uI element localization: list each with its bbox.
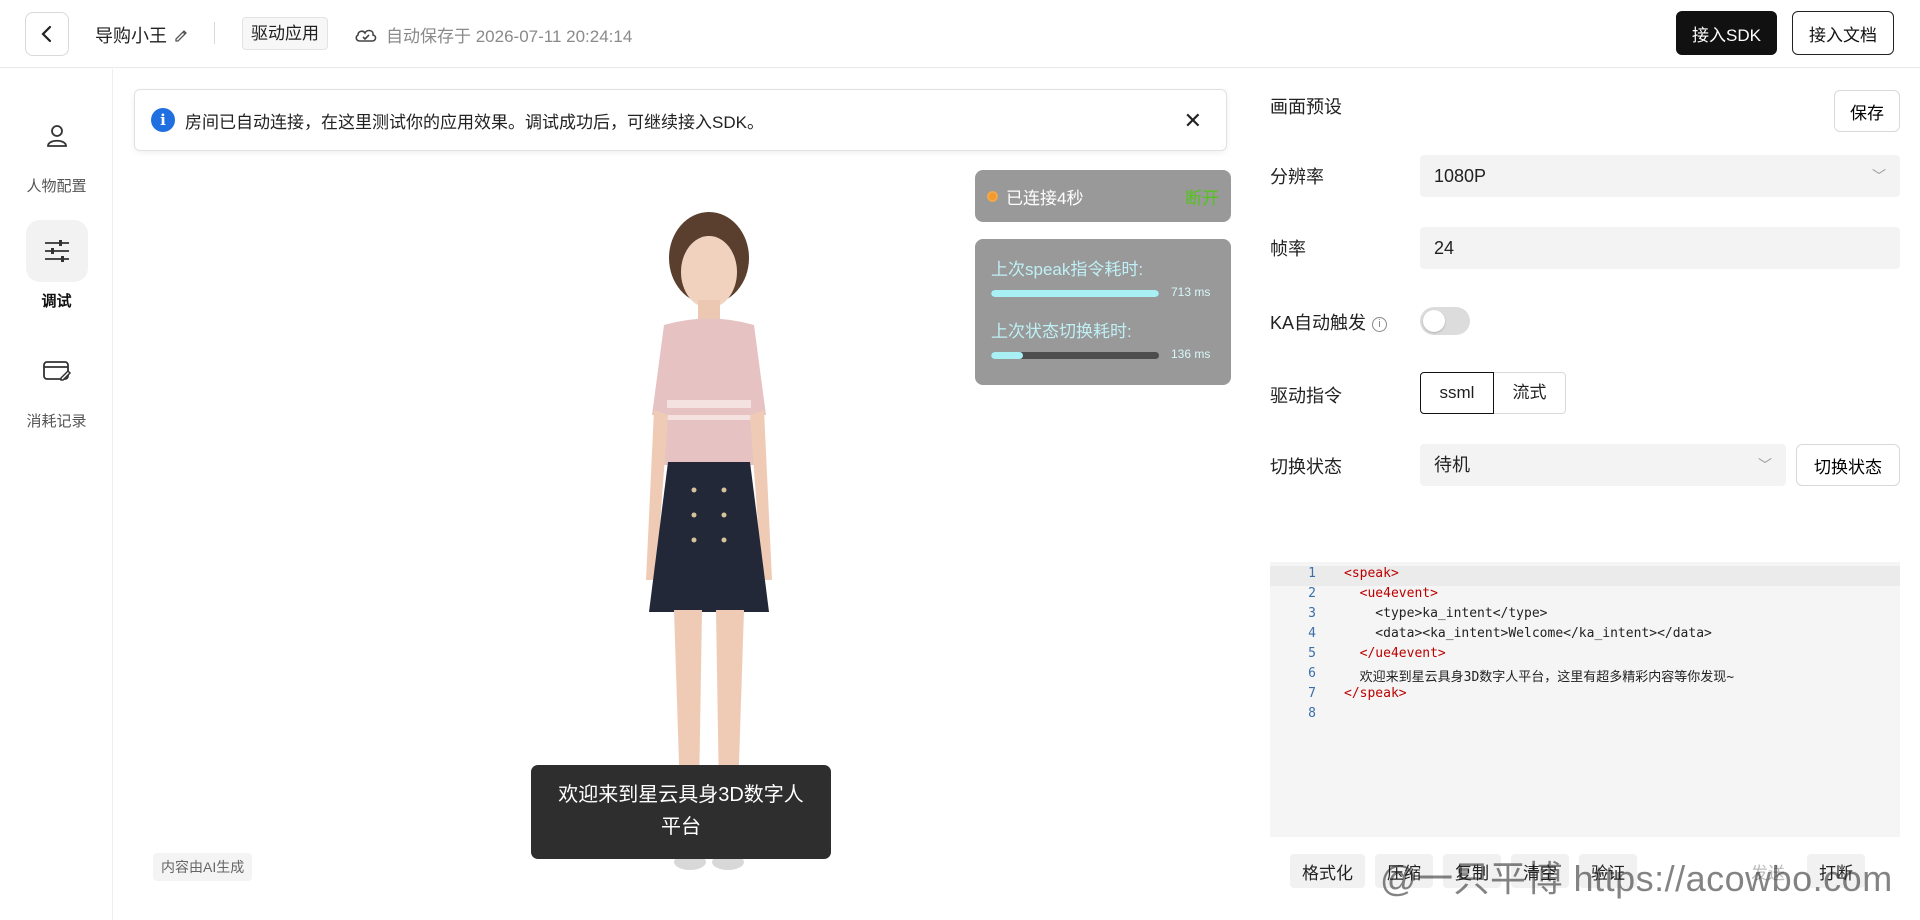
- sidebar-item-usage[interactable]: 消耗记录: [0, 340, 113, 431]
- top-header: 导购小王 驱动应用 自动保存于 2026-07-11 20:24:14 接入SD…: [0, 0, 1920, 68]
- cloud-icon: [355, 29, 377, 42]
- mode-tag: 驱动应用: [242, 17, 328, 50]
- nav-icon-box: [25, 220, 88, 282]
- sidebar: 人物配置 调试 消耗记录: [0, 69, 113, 920]
- line-number: 5: [1308, 646, 1316, 661]
- speak-latency-fill: [991, 290, 1159, 297]
- header-divider: [214, 22, 215, 44]
- status-dot-icon: [987, 190, 998, 202]
- chevron-left-icon: [41, 25, 52, 43]
- autosave-text: 自动保存于 2026-07-11 20:24:14: [386, 27, 633, 46]
- ssml-editor[interactable]: 1 <speak> 2 <ue4event> 3 <type>ka_intent<…: [1270, 562, 1900, 837]
- back-button[interactable]: [25, 12, 69, 56]
- info-icon: i: [151, 108, 175, 132]
- app-name-label: 导购小王: [95, 26, 167, 46]
- sidebar-item-label: 调试: [41, 293, 72, 310]
- drive-label: 驱动指令: [1270, 386, 1342, 406]
- ai-generated-tag: 内容由AI生成: [153, 853, 253, 881]
- state-label: 切换状态: [1270, 457, 1342, 477]
- editor-line: 3 <type>ka_intent</type>: [1270, 606, 1900, 626]
- state-latency-label: 上次状态切换耗时:: [991, 322, 1132, 341]
- editor-line: 1 <speak>: [1270, 566, 1900, 586]
- app-name[interactable]: 导购小王: [95, 22, 189, 48]
- docs-button[interactable]: 接入文档: [1792, 11, 1894, 55]
- sidebar-item-debug[interactable]: 调试: [0, 220, 113, 311]
- toggle-knob: [1423, 310, 1445, 332]
- edit-icon[interactable]: [173, 27, 189, 43]
- chevron-down-icon: ﹀: [1758, 457, 1772, 473]
- preset-label: 画面预设: [1270, 97, 1342, 117]
- framerate-value: 24: [1434, 238, 1455, 258]
- editor-line: 8: [1270, 706, 1900, 726]
- latency-metrics: 上次speak指令耗时: 713 ms 上次状态切换耗时: 136 ms: [975, 239, 1231, 385]
- speak-latency-label: 上次speak指令耗时:: [991, 260, 1144, 279]
- editor-line: 5 </ue4event>: [1270, 646, 1900, 666]
- sidebar-item-label: 消耗记录: [26, 413, 87, 430]
- code-text: </speak>: [1344, 686, 1407, 701]
- sidebar-item-character[interactable]: 人物配置: [0, 105, 113, 196]
- line-number: 4: [1308, 626, 1316, 641]
- resolution-select[interactable]: 1080P ﹀: [1420, 155, 1900, 197]
- speak-latency-bar: [991, 290, 1159, 297]
- editor-line: 7 </speak>: [1270, 686, 1900, 706]
- code-text: <speak>: [1344, 566, 1399, 581]
- editor-line: 2 <ue4event>: [1270, 586, 1900, 606]
- card-edit-icon: [42, 361, 71, 381]
- settings-panel: 画面预设 保存 分辨率 1080P ﹀ 帧率 24 KA自动触发 i 驱动指令 s…: [1270, 69, 1920, 920]
- state-select[interactable]: 待机 ﹀: [1420, 444, 1786, 486]
- notice-banner: i 房间已自动连接，在这里测试你的应用效果。调试成功后，可继续接入SDK。 ✕: [134, 89, 1227, 151]
- close-icon[interactable]: ✕: [1184, 108, 1202, 134]
- connection-status-text: 已连接4秒: [1006, 188, 1084, 208]
- ka-label: KA自动触发 i: [1270, 309, 1388, 335]
- switch-state-button[interactable]: 切换状态: [1796, 444, 1900, 486]
- line-number: 8: [1308, 706, 1316, 721]
- connection-status: 已连接4秒 断开: [975, 170, 1231, 222]
- editor-line: 6 欢迎来到星云具身3D数字人平台，这里有超多精彩内容等你发现~: [1270, 666, 1900, 686]
- autosave-status: 自动保存于 2026-07-11 20:24:14: [354, 22, 632, 47]
- state-latency-fill: [991, 352, 1023, 359]
- code-text: 欢迎来到星云具身3D数字人平台，这里有超多精彩内容等你发现~: [1344, 670, 1735, 685]
- line-number: 3: [1308, 606, 1316, 621]
- framerate-input[interactable]: 24: [1420, 227, 1900, 269]
- speak-latency-value: 713 ms: [1171, 285, 1211, 299]
- disconnect-button[interactable]: 断开: [1185, 184, 1219, 209]
- ka-label-text: KA自动触发: [1270, 313, 1367, 333]
- resolution-value: 1080P: [1434, 166, 1487, 186]
- editor-line: 4 <data><ka_intent>Welcome</ka_intent></…: [1270, 626, 1900, 646]
- connect-sdk-button[interactable]: 接入SDK: [1676, 11, 1777, 55]
- info-icon[interactable]: i: [1372, 316, 1388, 332]
- person-icon: [46, 125, 67, 147]
- resolution-label: 分辨率: [1270, 167, 1324, 187]
- line-number: 7: [1308, 686, 1316, 701]
- line-number: 2: [1308, 586, 1316, 601]
- line-number: 1: [1308, 566, 1316, 581]
- format-button[interactable]: 格式化: [1290, 854, 1365, 888]
- code-text: <ue4event>: [1344, 586, 1438, 601]
- chevron-down-icon: ﹀: [1872, 168, 1886, 184]
- state-value: 待机: [1434, 455, 1470, 475]
- nav-icon-box: [26, 105, 88, 167]
- watermark: @一只平博 https://acowbo.com: [1380, 858, 1893, 899]
- sliders-icon: [44, 240, 69, 262]
- state-latency-bar: [991, 352, 1159, 359]
- code-text: <type>ka_intent</type>: [1344, 606, 1548, 621]
- drive-option-ssml[interactable]: ssml: [1420, 372, 1494, 414]
- speech-subtitle: 欢迎来到星云具身3D数字人平台: [531, 765, 831, 859]
- drive-option-stream[interactable]: 流式: [1494, 372, 1566, 414]
- framerate-label: 帧率: [1270, 239, 1306, 259]
- notice-text: 房间已自动连接，在这里测试你的应用效果。调试成功后，可继续接入SDK。: [185, 112, 764, 132]
- nav-icon-box: [26, 340, 88, 402]
- ka-auto-toggle[interactable]: [1420, 307, 1470, 335]
- sidebar-item-label: 人物配置: [26, 178, 87, 195]
- code-text: </ue4event>: [1344, 646, 1446, 661]
- code-text: <data><ka_intent>Welcome</ka_intent></da…: [1344, 626, 1712, 641]
- line-number: 6: [1308, 666, 1316, 681]
- save-button[interactable]: 保存: [1834, 90, 1900, 132]
- state-latency-value: 136 ms: [1171, 347, 1211, 361]
